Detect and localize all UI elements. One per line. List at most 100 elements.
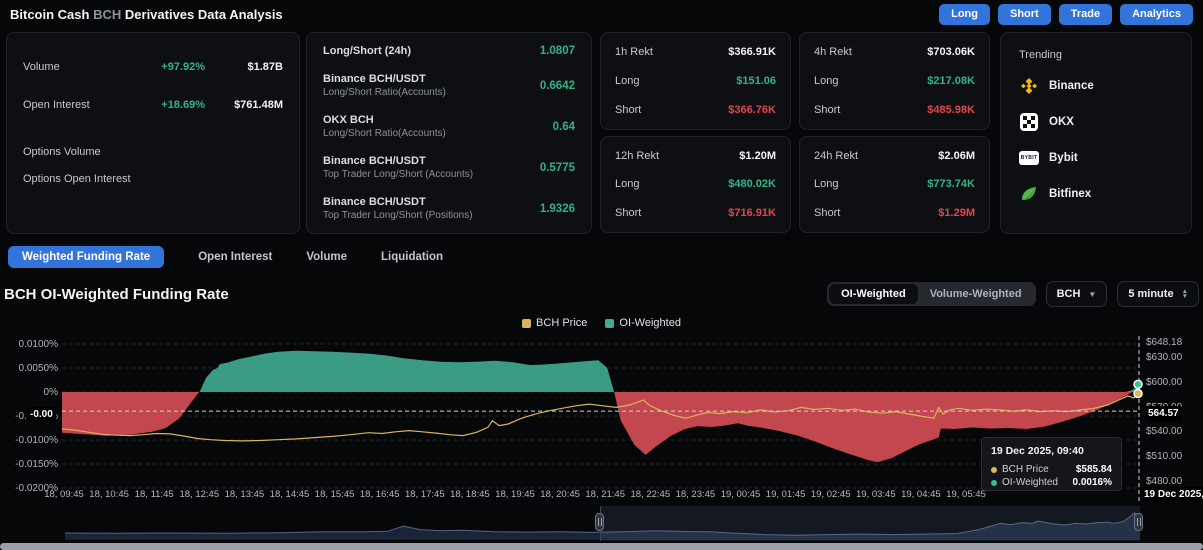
rekt-long-value: $151.06 bbox=[736, 75, 776, 87]
navigator-left-handle[interactable] bbox=[595, 513, 604, 531]
stepper-updown-icon: ▲▼ bbox=[1182, 289, 1188, 299]
x-axis-tick: 18, 11:45 bbox=[135, 489, 174, 500]
ratio-row: OKX BCH Long/Short Ratio(Accounts) 0.64 bbox=[323, 114, 575, 139]
x-axis-tick: 18, 21:45 bbox=[585, 489, 625, 500]
ratio-value: 0.5775 bbox=[540, 162, 575, 174]
navigator-selected-range[interactable] bbox=[600, 506, 1140, 541]
x-axis-tick: 19, 02:45 bbox=[811, 489, 851, 500]
page-title: Bitcoin Cash BCH Derivatives Data Analys… bbox=[10, 7, 283, 22]
x-axis-tick: 18, 13:45 bbox=[225, 489, 265, 500]
crosshair-right-label: 564.57 bbox=[1145, 406, 1182, 421]
ratio-title: OKX BCH bbox=[323, 114, 553, 126]
trending-item-bitfinex[interactable]: Bitfinex bbox=[1019, 183, 1173, 205]
rekt-short-value: $366.76K bbox=[728, 104, 776, 116]
trending-card: Trending Binance OKX BYBIT Bybit bbox=[1000, 32, 1192, 234]
chart-legend: BCH Price OI-Weighted bbox=[0, 317, 1203, 329]
ratio-value: 1.9326 bbox=[540, 203, 575, 215]
x-axis-tick: 19, 04:45 bbox=[901, 489, 941, 500]
ratio-title: Long/Short (24h) bbox=[323, 45, 540, 57]
trending-item-label: Binance bbox=[1049, 80, 1094, 92]
long-short-ratios-card: Long/Short (24h) 1.0807 Binance BCH/USDT… bbox=[306, 32, 592, 234]
y-left-tick: 0.0100% bbox=[0, 339, 58, 350]
ratio-value: 0.6642 bbox=[540, 80, 575, 92]
tab-liquidation[interactable]: Liquidation bbox=[381, 246, 443, 268]
legend-oi-weighted[interactable]: OI-Weighted bbox=[605, 317, 681, 329]
tab-open-interest[interactable]: Open Interest bbox=[198, 246, 272, 268]
x-axis-tick: 18, 22:45 bbox=[630, 489, 670, 500]
funding-rate-chart[interactable] bbox=[62, 338, 1140, 488]
legend-swatch-green bbox=[605, 319, 614, 328]
weight-toggle: OI-Weighted Volume-Weighted bbox=[827, 282, 1035, 306]
trade-button[interactable]: Trade bbox=[1059, 4, 1112, 25]
long-button[interactable]: Long bbox=[939, 4, 990, 25]
x-axis-tick: 18, 14:45 bbox=[270, 489, 310, 500]
horizontal-scrollbar[interactable] bbox=[0, 543, 1203, 550]
chart-controls: OI-Weighted Volume-Weighted BCH ▼ 5 minu… bbox=[827, 281, 1199, 307]
rekt-card-24h: 24h Rekt$2.06M Long$773.74K Short$1.29M bbox=[799, 136, 990, 234]
x-axis-tick: 19, 03:45 bbox=[856, 489, 896, 500]
tooltip-series-value: $585.84 bbox=[1076, 464, 1112, 475]
rekt-title: 1h Rekt bbox=[615, 46, 728, 58]
stat-label: Options Volume bbox=[23, 146, 133, 158]
rekt-total: $2.06M bbox=[938, 150, 975, 162]
y-right-tick: $630.00 bbox=[1146, 352, 1182, 363]
chart-title: BCH OI-Weighted Funding Rate bbox=[4, 286, 229, 303]
trending-title: Trending bbox=[1019, 49, 1173, 61]
tooltip-series-name: BCH Price bbox=[1002, 464, 1071, 475]
stat-row-options-open-interest: Options Open Interest bbox=[23, 169, 283, 189]
x-axis-tick: 19, 01:45 bbox=[766, 489, 806, 500]
trending-item-binance[interactable]: Binance bbox=[1019, 75, 1173, 97]
rekt-total: $366.91K bbox=[728, 46, 776, 58]
y-right-tick: $600.00 bbox=[1146, 377, 1182, 388]
rekt-long-label: Long bbox=[615, 75, 736, 87]
stat-row-volume: Volume +97.92% $1.87B bbox=[23, 57, 283, 77]
x-axis-tick: 19, 00:45 bbox=[721, 489, 761, 500]
chevron-down-icon: ▼ bbox=[1088, 290, 1096, 299]
stat-change: +97.92% bbox=[133, 61, 205, 73]
tab-weighted-funding-rate[interactable]: Weighted Funding Rate bbox=[8, 246, 164, 268]
trending-item-label: Bybit bbox=[1049, 152, 1078, 164]
rekt-card-12h: 12h Rekt$1.20M Long$480.02K Short$716.91… bbox=[600, 136, 791, 234]
x-axis-tick: 19, 05:45 bbox=[946, 489, 986, 500]
x-axis-tick: 18, 23:45 bbox=[676, 489, 716, 500]
legend-swatch-yellow bbox=[522, 319, 531, 328]
navigator-right-handle[interactable] bbox=[1134, 513, 1143, 531]
trending-item-okx[interactable]: OKX bbox=[1019, 111, 1173, 133]
symbol-select[interactable]: BCH ▼ bbox=[1046, 281, 1108, 307]
toggle-volume-weighted[interactable]: Volume-Weighted bbox=[918, 284, 1034, 304]
x-axis-tick: 18, 19:45 bbox=[495, 489, 535, 500]
analytics-button[interactable]: Analytics bbox=[1120, 4, 1193, 25]
trending-item-bybit[interactable]: BYBIT Bybit bbox=[1019, 147, 1173, 169]
yellow-dot-icon bbox=[991, 467, 997, 473]
toggle-oi-weighted[interactable]: OI-Weighted bbox=[829, 284, 918, 304]
rekt-long-label: Long bbox=[615, 178, 728, 190]
rekt-short-value: $485.98K bbox=[927, 104, 975, 116]
market-stats-card: Volume +97.92% $1.87B Open Interest +18.… bbox=[6, 32, 300, 234]
stat-change: +18.69% bbox=[133, 99, 205, 111]
y-left-tick: 0.0050% bbox=[0, 363, 58, 374]
tab-volume[interactable]: Volume bbox=[306, 246, 347, 268]
rekt-card-1h: 1h Rekt$366.91K Long$151.06 Short$366.76… bbox=[600, 32, 791, 130]
tooltip-series-name: OI-Weighted bbox=[1002, 477, 1068, 488]
y-right-tick: $510.00 bbox=[1146, 451, 1182, 462]
x-axis-tick: 18, 15:45 bbox=[315, 489, 355, 500]
legend-bch-price[interactable]: BCH Price bbox=[522, 317, 587, 329]
ratio-value: 1.0807 bbox=[540, 45, 575, 57]
y-right-tick: $540.00 bbox=[1146, 426, 1182, 437]
x-axis-tick: 18, 10:45 bbox=[89, 489, 129, 500]
stat-row-options-volume: Options Volume bbox=[23, 142, 283, 162]
y-right-tick: $648.18 bbox=[1146, 337, 1182, 348]
ratio-title: Binance BCH/USDT bbox=[323, 73, 540, 85]
bybit-icon: BYBIT bbox=[1019, 148, 1039, 168]
ratio-title: Binance BCH/USDT bbox=[323, 196, 540, 208]
rekt-title: 12h Rekt bbox=[615, 150, 739, 162]
rekt-short-value: $1.29M bbox=[938, 207, 975, 219]
rekt-title: 24h Rekt bbox=[814, 150, 938, 162]
short-button[interactable]: Short bbox=[998, 4, 1051, 25]
interval-select-value: 5 minute bbox=[1128, 288, 1173, 300]
interval-select[interactable]: 5 minute ▲▼ bbox=[1117, 281, 1199, 307]
page-title-main: Bitcoin Cash bbox=[10, 7, 89, 22]
crosshair-date-label: 19 Dec 2025, 09:40 bbox=[1141, 487, 1203, 502]
rekt-short-value: $716.91K bbox=[728, 207, 776, 219]
ratio-subtitle: Top Trader Long/Short (Positions) bbox=[323, 210, 540, 221]
